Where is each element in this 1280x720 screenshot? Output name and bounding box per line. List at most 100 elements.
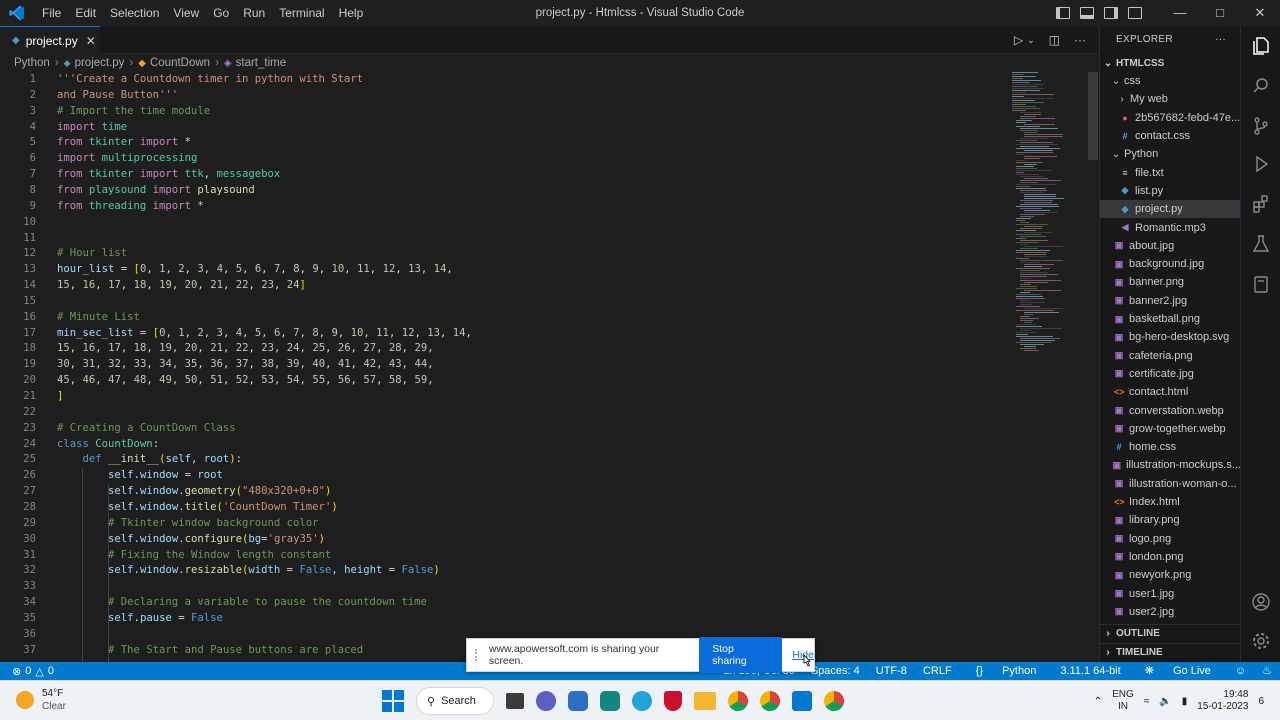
stop-sharing-button[interactable]: Stop sharing — [699, 637, 783, 673]
explorer-item[interactable]: ▣ banner.png — [1100, 273, 1240, 291]
code-line[interactable]: 16 # Minute List — [0, 310, 1000, 326]
menu-view[interactable]: View — [166, 0, 206, 26]
more-actions-icon[interactable]: ··· — [1074, 33, 1086, 47]
problems-indicator[interactable]: ⊗ 0 △ 0 — [0, 665, 54, 678]
menu-selection[interactable]: Selection — [103, 0, 166, 26]
minimap[interactable] — [1010, 72, 1090, 362]
close-tab-icon[interactable]: ✕ — [86, 34, 96, 48]
code-line[interactable]: 26 self.window = root — [0, 468, 1000, 484]
explorer-item[interactable]: ⌄ css — [1100, 72, 1240, 90]
explorer-item[interactable]: ▣ banner2.jpg — [1100, 292, 1240, 310]
menu-file[interactable]: File — [35, 0, 68, 26]
explorer-item[interactable]: ▣ background.jpg — [1100, 255, 1240, 273]
code-line[interactable]: 17 min_sec_list = [0, 1, 2, 3, 4, 5, 6, 7… — [0, 326, 1000, 342]
input-language[interactable]: ENG IN — [1112, 689, 1134, 713]
explorer-item[interactable]: ◆ list.py — [1100, 182, 1240, 200]
task-view-icon[interactable] — [506, 693, 524, 709]
drag-handle-icon[interactable] — [475, 649, 481, 661]
source-control-icon[interactable] — [1251, 116, 1271, 136]
code-line[interactable]: 34 # Declaring a variable to pause the c… — [0, 595, 1000, 611]
mcafee-icon[interactable] — [664, 691, 682, 711]
python-interpreter[interactable]: 3.11.1 64-bit — [1052, 662, 1128, 680]
taskbar-search[interactable]: ⚲ Search — [416, 687, 494, 715]
explorer-icon[interactable] — [1251, 36, 1271, 56]
language-mode[interactable]: {} Python — [960, 662, 1053, 680]
run-icon[interactable]: ▷ — [1014, 33, 1023, 47]
menu-run[interactable]: Run — [236, 0, 272, 26]
code-line[interactable]: 3 # Import the time module — [0, 104, 1000, 120]
network-icon[interactable]: ≈ — [1144, 696, 1150, 707]
chrome-profile-icon[interactable] — [728, 691, 748, 711]
code-line[interactable]: 11 — [0, 231, 1000, 247]
battery-icon[interactable]: ▮ — [1182, 696, 1188, 707]
code-line[interactable]: 14 15, 16, 17, 18, 19, 20, 21, 22, 23, 24… — [0, 278, 1000, 294]
toggle-sidebar-left-icon[interactable] — [1056, 7, 1070, 19]
chevron-up-icon[interactable]: ⌃ — [1094, 696, 1102, 707]
notifications-bell-icon[interactable]: ♨ — [1254, 662, 1280, 680]
windows-start-icon[interactable] — [382, 690, 404, 712]
explorer-item[interactable]: ▣ grow-together.webp — [1100, 420, 1240, 438]
workspace-root[interactable]: ⌄ HTMLCSS — [1100, 54, 1240, 72]
store-icon[interactable] — [568, 691, 588, 711]
explorer-more-icon[interactable]: ··· — [1215, 34, 1226, 45]
code-line[interactable]: 28 self.window.title('CountDown Timer') — [0, 500, 1000, 516]
code-line[interactable]: 30 self.window.configure(bg='gray35') — [0, 532, 1000, 548]
breadcrumb-method[interactable]: start_time — [236, 57, 287, 69]
explorer-item[interactable]: # contact.css — [1100, 127, 1240, 145]
file-explorer-icon[interactable] — [694, 692, 716, 710]
breadcrumb-lang[interactable]: Python — [14, 57, 50, 69]
settings-gear-icon[interactable] — [1251, 631, 1271, 651]
go-live-button[interactable]: ❋ Go Live — [1129, 662, 1227, 680]
code-line[interactable]: 18 15, 16, 17, 18, 19, 20, 21, 22, 23, 24… — [0, 341, 1000, 357]
code-line[interactable]: 21] — [0, 389, 1000, 405]
code-line[interactable]: 31 # Fixing the Window length constant — [0, 548, 1000, 564]
code-line[interactable]: 8 from playsound import playsound — [0, 183, 1000, 199]
code-line[interactable]: 32 self.window.resizable(width = False, … — [0, 563, 1000, 579]
explorer-item[interactable]: <> contact.html — [1100, 383, 1240, 401]
extensions-icon[interactable] — [1251, 194, 1271, 214]
clock[interactable]: 19:48 15-01-2023 — [1197, 689, 1248, 713]
breadcrumb-class[interactable]: CountDown — [150, 57, 210, 69]
code-line[interactable]: 25 def __init__(self, root): — [0, 452, 1000, 468]
explorer-item[interactable]: ● 2b567682-febd-47e... — [1100, 109, 1240, 127]
menu-terminal[interactable]: Terminal — [272, 0, 331, 26]
toggle-sidebar-right-icon[interactable] — [1104, 7, 1118, 19]
tab-project-py[interactable]: ◆ project.py ✕ — [0, 26, 100, 54]
chrome-icon[interactable] — [824, 691, 844, 711]
code-line[interactable]: 4 import time — [0, 120, 1000, 136]
breadcrumb-file[interactable]: project.py — [75, 57, 125, 69]
explorer-item[interactable]: ▣ illustration-mockups.s... — [1100, 456, 1240, 474]
explorer-item[interactable]: ▣ converstation.webp — [1100, 401, 1240, 419]
explorer-item[interactable]: ▣ library.png — [1100, 511, 1240, 529]
feedback-icon[interactable]: ☺ — [1227, 662, 1254, 680]
remote-explorer-icon[interactable] — [1251, 274, 1271, 294]
explorer-item[interactable]: ⌄ Python — [1100, 145, 1240, 163]
notification-count[interactable]: 6 — [1258, 696, 1264, 707]
search-icon[interactable] — [1251, 76, 1271, 96]
run-debug-icon[interactable] — [1251, 154, 1271, 174]
testing-flask-icon[interactable] — [1251, 234, 1271, 254]
explorer-item[interactable]: ▣ certificate.jpg — [1100, 365, 1240, 383]
outline-section[interactable]: › OUTLINE — [1100, 624, 1240, 642]
volume-icon[interactable]: 🔈 — [1159, 696, 1171, 707]
explorer-item[interactable]: ▣ logo.png — [1100, 530, 1240, 548]
code-editor[interactable]: 1 '''Create a Countdown timer in python w… — [0, 72, 1098, 662]
explorer-item[interactable]: ▣ user2.jpg — [1100, 603, 1240, 621]
explorer-item[interactable]: ▣ basketball.png — [1100, 310, 1240, 328]
maximize-button[interactable]: □ — [1200, 0, 1240, 26]
editor-scrollbar[interactable] — [1088, 72, 1098, 662]
code-line[interactable]: 20 45, 46, 47, 48, 49, 50, 51, 52, 53, 54… — [0, 373, 1000, 389]
code-line[interactable]: 7 from tkinter import ttk, messagebox — [0, 167, 1000, 183]
encoding[interactable]: UTF-8 — [868, 662, 915, 680]
explorer-item[interactable]: ◀ Romantic.mp3 — [1100, 218, 1240, 236]
timeline-section[interactable]: › TIMELINE — [1100, 643, 1240, 661]
code-line[interactable]: 15 — [0, 294, 1000, 310]
editor-scrollbar-thumb[interactable] — [1088, 72, 1098, 160]
code-line[interactable]: 13 hour_list = [0, 1, 2, 3, 4, 5, 6, 7, 8… — [0, 262, 1000, 278]
chat-icon[interactable] — [536, 691, 556, 711]
code-line[interactable]: 2 and Pause Button''' — [0, 88, 1000, 104]
close-window-button[interactable]: ✕ — [1240, 0, 1280, 26]
menu-edit[interactable]: Edit — [68, 0, 103, 26]
explorer-item[interactable]: ▣ london.png — [1100, 548, 1240, 566]
code-line[interactable]: 10 — [0, 215, 1000, 231]
